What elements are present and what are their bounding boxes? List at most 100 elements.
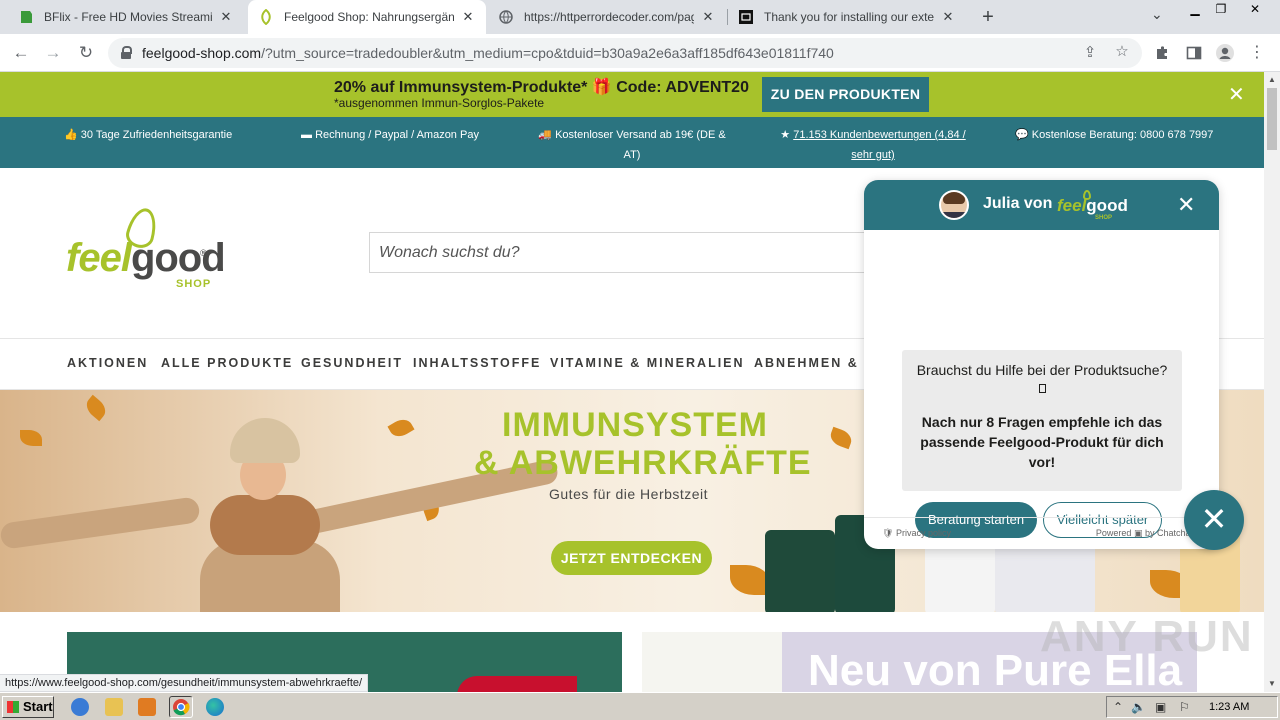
tab-bflix[interactable]: BFlix - Free HD Movies Streaming - Watch… xyxy=(8,0,244,34)
url-text: feelgood-shop.com/?utm_source=tradedoubl… xyxy=(142,45,834,61)
scroll-up-icon[interactable]: ▲ xyxy=(1264,72,1280,88)
browser-menu-icon[interactable]: ⋮ xyxy=(1246,42,1268,64)
close-tab-icon[interactable]: ✕ xyxy=(700,9,716,25)
feelgood-logo[interactable]: feelgood ® SHOP xyxy=(66,205,226,294)
system-tray: ⌃ 🔈 ▣ ⚐ 1:23 AM xyxy=(1106,696,1278,718)
truck-icon: 🚚 xyxy=(538,129,553,141)
minimize-icon[interactable]: ▁ xyxy=(1184,2,1206,18)
nav-item-alle-produkte[interactable]: ALLE PRODUKTE xyxy=(161,356,293,370)
usp-bar: 👍 30 Tage Zufriedenheitsgarantie ▬ Rechn… xyxy=(0,117,1264,168)
volume-icon[interactable]: 🔈 xyxy=(1131,700,1146,714)
hero-title-line2: & ABWEHRKRÄFTE xyxy=(474,444,812,482)
decorative-shape xyxy=(457,676,577,692)
new-tab-icon[interactable]: + xyxy=(976,4,1000,30)
back-icon[interactable]: ← xyxy=(10,42,32,64)
flag-icon[interactable]: ⚐ xyxy=(1179,700,1190,714)
chat-message-bubble: Brauchst du Hilfe bei der Produktsuche? … xyxy=(902,350,1182,491)
restore-icon[interactable]: ❐ xyxy=(1210,2,1232,18)
close-window-icon[interactable]: ✕ xyxy=(1244,2,1266,18)
usp-reviews-link[interactable]: ★ 71.153 Kundenbewertungen (4,84 /sehr g… xyxy=(778,125,968,165)
start-button[interactable]: Start xyxy=(2,696,54,718)
status-bar-url: https://www.feelgood-shop.com/gesundheit… xyxy=(0,674,369,692)
network-icon[interactable]: ▣ xyxy=(1155,700,1166,714)
autumn-leaf-decoration xyxy=(82,394,110,422)
anyrun-watermark: ANY RUN xyxy=(1040,612,1254,661)
bookmark-star-icon[interactable]: ☆ xyxy=(1112,42,1132,60)
nav-item-inhaltsstoffe[interactable]: INHALTSSTOFFE xyxy=(413,356,541,370)
page-scrollbar[interactable]: ▲ ▼ xyxy=(1264,72,1280,692)
autumn-leaf-decoration xyxy=(387,415,415,441)
tab-title: https://httperrordecoder.com/page/ xyxy=(524,10,694,24)
chat-widget: Julia von feelgood SHOP ✕ Brauchst du Hi… xyxy=(864,180,1219,549)
profile-avatar-icon[interactable] xyxy=(1214,42,1236,64)
chrome-icon[interactable] xyxy=(169,696,193,718)
registered-mark: ® xyxy=(200,248,207,258)
hero-person-image xyxy=(150,410,340,612)
forward-icon[interactable]: → xyxy=(42,42,64,64)
hero-tagline: Gutes für die Herbstzeit xyxy=(549,486,709,502)
chat-icon: 💬 xyxy=(1015,129,1029,141)
windows-taskbar: Start ⌃ 🔈 ▣ ⚐ 1:23 AM xyxy=(0,692,1280,720)
folder-icon[interactable] xyxy=(105,698,123,716)
star-icon: ★ xyxy=(780,129,791,141)
chat-toggle-close-button[interactable]: ✕ xyxy=(1184,490,1244,550)
chat-feelgood-logo: feelgood SHOP xyxy=(1057,190,1128,221)
browser-toolbar: ← → ↻ feelgood-shop.com/?utm_source=trad… xyxy=(0,34,1280,72)
close-tab-icon[interactable]: ✕ xyxy=(940,9,956,25)
chevron-down-icon[interactable]: ⌄ xyxy=(1151,6,1163,23)
side-panel-icon[interactable] xyxy=(1183,42,1205,64)
close-tab-icon[interactable]: ✕ xyxy=(460,9,476,25)
page-viewport: 20% auf Immunsystem-Produkte* 🎁 Code: AD… xyxy=(0,72,1264,692)
share-icon[interactable]: ⇪ xyxy=(1080,43,1100,61)
autumn-leaf-decoration xyxy=(730,565,770,595)
nav-item-gesundheit[interactable]: GESUNDHEIT xyxy=(301,356,403,370)
scroll-down-icon[interactable]: ▼ xyxy=(1264,676,1280,692)
privacy-policy-link[interactable]: 🛡 Privacy policy xyxy=(882,528,951,539)
extension-favicon xyxy=(738,9,754,25)
logo-wordmark: feelgood xyxy=(66,236,226,280)
ie-icon[interactable] xyxy=(71,698,89,716)
bflix-favicon xyxy=(18,9,34,25)
media-player-icon[interactable] xyxy=(138,698,156,716)
autumn-leaf-decoration xyxy=(827,426,855,450)
promo-products-button[interactable]: ZU DEN PRODUKTEN xyxy=(762,77,929,112)
tab-title: BFlix - Free HD Movies Streaming - Watch xyxy=(44,10,212,24)
promo-subline: *ausgenommen Immun-Sorglos-Pakete xyxy=(334,96,545,110)
edge-icon[interactable] xyxy=(206,698,224,716)
hero-title-line1: IMMUNSYSTEM xyxy=(502,406,768,444)
nav-item-abnehmen[interactable]: ABNEHMEN & F xyxy=(754,356,874,370)
tab-strip: BFlix - Free HD Movies Streaming - Watch… xyxy=(0,0,1280,34)
agent-avatar xyxy=(939,190,969,220)
nav-item-aktionen[interactable]: AKTIONEN xyxy=(67,356,148,370)
chat-header: Julia von feelgood SHOP ✕ xyxy=(864,180,1219,230)
product-image xyxy=(765,530,835,612)
tab-httperrordecoder[interactable]: https://httperrordecoder.com/page/ ✕ xyxy=(488,0,726,34)
search-placeholder: Wonach suchst du? xyxy=(379,243,520,261)
close-icon[interactable]: ✕ xyxy=(1228,82,1245,107)
usp-payment: ▬ Rechnung / Paypal / Amazon Pay xyxy=(301,129,479,141)
tab-feelgood[interactable]: Feelgood Shop: Nahrungsergänzungsmittel … xyxy=(248,0,486,34)
discover-button[interactable]: JETZT ENTDECKEN xyxy=(551,541,712,575)
address-bar[interactable]: feelgood-shop.com/?utm_source=tradedoubl… xyxy=(108,38,1142,68)
extensions-puzzle-icon[interactable] xyxy=(1151,42,1173,64)
tab-title: Thank you for installing our extension xyxy=(764,10,934,24)
clock: 1:23 AM xyxy=(1209,701,1250,713)
chat-message-question: Brauchst du Hilfe bei der Produktsuche? xyxy=(916,362,1168,378)
tab-extension[interactable]: Thank you for installing our extension ✕ xyxy=(728,0,966,34)
tray-expand-icon[interactable]: ⌃ xyxy=(1113,700,1123,714)
autumn-leaf-decoration xyxy=(20,430,42,446)
chat-footer: 🛡 Privacy policy Powered ▣ by Chatchamp xyxy=(864,517,1219,549)
product-image xyxy=(995,540,1095,612)
scrollbar-thumb[interactable] xyxy=(1267,88,1277,150)
tab-title: Feelgood Shop: Nahrungsergänzungsmittel xyxy=(284,10,454,24)
nav-item-vitamine-mineralien[interactable]: VITAMINE & MINERALIEN xyxy=(550,356,745,370)
emoji-placeholder-icon xyxy=(1038,384,1046,393)
thumbs-up-icon: 👍 xyxy=(64,129,78,141)
close-icon[interactable]: ✕ xyxy=(1177,192,1195,218)
product-card-image xyxy=(642,632,782,692)
reload-icon[interactable]: ↻ xyxy=(75,42,97,64)
promo-banner: 20% auf Immunsystem-Produkte* 🎁 Code: AD… xyxy=(0,72,1264,117)
search-input[interactable]: Wonach suchst du? xyxy=(369,232,909,273)
close-tab-icon[interactable]: ✕ xyxy=(218,9,234,25)
feelgood-favicon xyxy=(258,9,274,25)
